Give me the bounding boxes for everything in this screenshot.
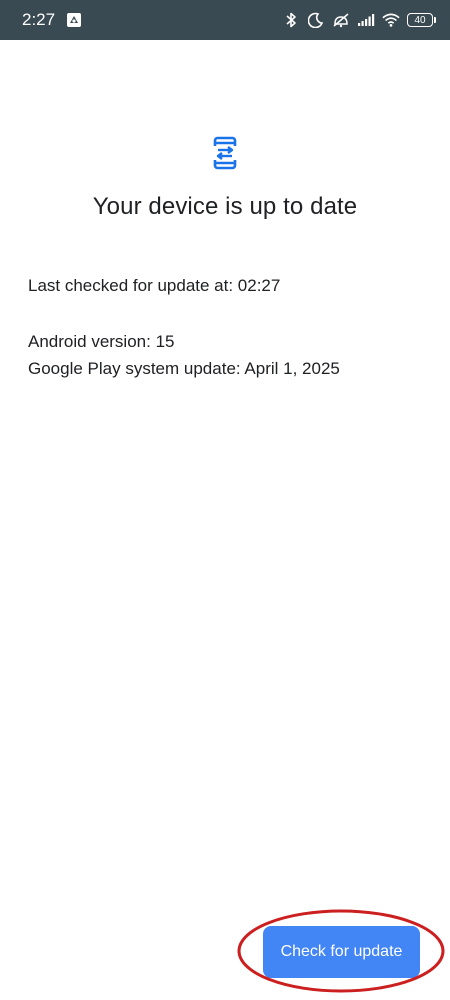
vibrate-off-icon — [332, 11, 350, 29]
status-bar-right: 40 — [282, 11, 436, 29]
last-checked-text: Last checked for update at: 02:27 — [28, 276, 281, 295]
status-bar-left: 2:27 — [22, 10, 83, 30]
status-time: 2:27 — [22, 10, 56, 29]
system-update-screen: 2:27 40 Your device is up to date Last c… — [0, 0, 450, 1000]
do-not-disturb-icon — [307, 11, 325, 29]
check-for-update-button[interactable]: Check for update — [263, 926, 420, 978]
page-title: Your device is up to date — [92, 193, 358, 220]
wifi-icon — [382, 11, 400, 29]
app-notification-icon — [65, 11, 83, 29]
play-system-update-text: Google Play system update: April 1, 2025 — [28, 359, 340, 378]
battery-icon: 40 — [407, 13, 436, 27]
bluetooth-icon — [282, 11, 300, 29]
android-version-text: Android version: 15 — [28, 332, 175, 351]
phone-sync-icon — [207, 135, 243, 171]
status-bar: 2:27 40 — [0, 0, 450, 40]
battery-level: 40 — [407, 13, 433, 27]
cell-signal-icon — [357, 11, 375, 29]
